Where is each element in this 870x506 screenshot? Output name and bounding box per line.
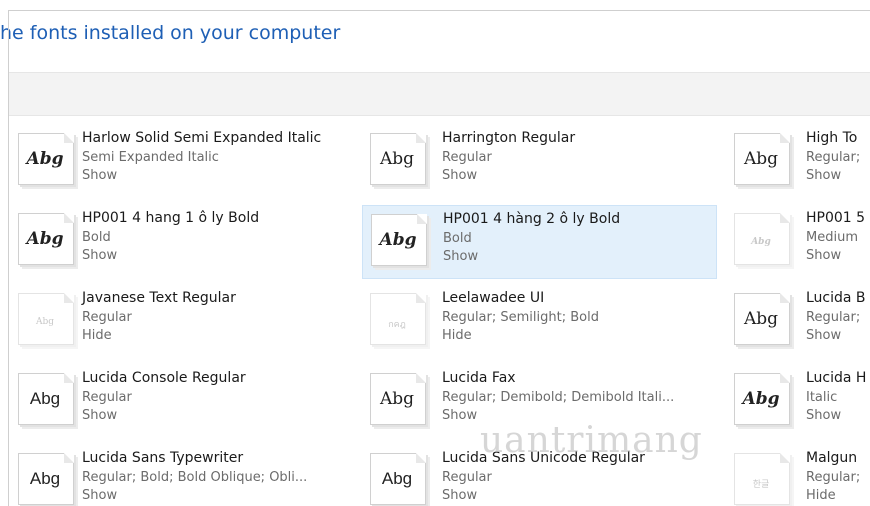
font-preview-icon: 한글 <box>732 451 792 506</box>
font-preview-icon: Abg <box>16 131 76 187</box>
font-tile-lucida-bright[interactable]: Abg Lucida B Regular; Show <box>726 285 870 359</box>
font-glyph: Abg <box>379 230 417 250</box>
font-glyph: Abg <box>29 389 61 408</box>
font-preview-icon: Abg <box>368 131 428 187</box>
font-preview-icon: Abg <box>16 291 76 347</box>
font-glyph: Abg <box>742 389 780 409</box>
fonts-window: he fonts installed on your computer Abg … <box>0 0 870 506</box>
font-glyph: 한글 <box>752 479 770 489</box>
font-show-hide[interactable]: Show <box>442 168 477 183</box>
font-preview-icon: Abg <box>368 451 428 506</box>
font-tile-lucida-sans-typewriter[interactable]: Abg Lucida Sans Typewriter Regular; Bold… <box>10 445 365 506</box>
font-name: Lucida B <box>806 290 866 306</box>
font-preview-icon: Abg <box>732 131 792 187</box>
font-name: HP001 5 <box>806 210 866 226</box>
font-styles: Regular; <box>806 150 861 165</box>
font-glyph: Abg <box>26 229 64 249</box>
font-preview-icon: Abg <box>16 211 76 267</box>
font-show-hide[interactable]: Show <box>82 408 117 423</box>
font-show-hide[interactable]: Hide <box>82 328 112 343</box>
font-styles: Semi Expanded Italic <box>82 150 219 165</box>
font-name: Lucida Console Regular <box>82 370 246 386</box>
font-tile-lucida-console[interactable]: Abg Lucida Console Regular Regular Show <box>10 365 365 439</box>
font-glyph: Abg <box>29 469 61 488</box>
font-preview-icon: Abg <box>369 212 429 268</box>
font-name: Lucida Sans Typewriter <box>82 450 244 466</box>
font-glyph: Abg <box>35 317 55 327</box>
font-tile-javanese[interactable]: Abg Javanese Text Regular Regular Hide <box>10 285 365 359</box>
font-glyph: Abg <box>751 237 771 247</box>
font-preview-icon: Abg <box>732 291 792 347</box>
font-show-hide[interactable]: Show <box>443 249 478 264</box>
font-styles: Regular; <box>806 470 861 485</box>
font-styles: Regular <box>82 310 132 325</box>
font-styles: Medium <box>806 230 858 245</box>
font-glyph: Abg <box>743 309 779 329</box>
font-show-hide[interactable]: Show <box>442 488 477 503</box>
font-name: Harrington Regular <box>442 130 576 146</box>
font-tile-lucida-handwriting[interactable]: Abg Lucida H Italic Show <box>726 365 870 439</box>
font-styles: Regular; <box>806 310 861 325</box>
watermark: uantrimang <box>480 420 703 461</box>
font-styles: Bold <box>443 231 472 246</box>
font-tile-hp001-2[interactable]: Abg HP001 4 hàng 2 ô ly Bold Bold Show <box>362 205 717 279</box>
font-tile-harrington[interactable]: Abg Harrington Regular Regular Show <box>362 125 717 199</box>
font-tile-hp001-1[interactable]: Abg HP001 4 hang 1 ô ly Bold Bold Show <box>10 205 365 279</box>
font-name: Harlow Solid Semi Expanded Italic <box>82 130 322 146</box>
font-show-hide[interactable]: Show <box>442 408 477 423</box>
font-tile-harlow[interactable]: Abg Harlow Solid Semi Expanded Italic Se… <box>10 125 365 199</box>
font-name: Leelawadee UI <box>442 290 545 306</box>
font-styles: Regular; Demibold; Demibold Itali... <box>442 390 675 405</box>
font-glyph: Abg <box>26 149 64 169</box>
font-preview-icon: Abg <box>368 371 428 427</box>
font-show-hide[interactable]: Hide <box>442 328 472 343</box>
font-glyph: Abg <box>743 149 779 169</box>
font-preview-icon: กคฎ <box>368 291 428 347</box>
font-name: Javanese Text Regular <box>82 290 236 306</box>
font-preview-icon: Abg <box>732 371 792 427</box>
font-glyph: Abg <box>379 389 415 409</box>
font-styles: Regular <box>82 390 132 405</box>
font-styles: Regular; Semilight; Bold <box>442 310 599 325</box>
font-preview-icon: Abg <box>732 211 792 267</box>
font-show-hide[interactable]: Show <box>82 168 117 183</box>
font-name: Malgun <box>806 450 858 466</box>
font-show-hide[interactable]: Show <box>806 168 841 183</box>
font-tile-hp001-5[interactable]: Abg HP001 5 Medium Show <box>726 205 870 279</box>
font-tile-leelawadee[interactable]: กคฎ Leelawadee UI Regular; Semilight; Bo… <box>362 285 717 359</box>
font-name: HP001 4 hang 1 ô ly Bold <box>82 210 260 226</box>
font-name: Lucida H <box>806 370 867 386</box>
font-preview-icon: Abg <box>16 451 76 506</box>
font-tile-malgun[interactable]: 한글 Malgun Regular; Hide <box>726 445 870 506</box>
font-name: Lucida Fax <box>442 370 516 386</box>
font-glyph: Abg <box>379 149 415 169</box>
font-show-hide[interactable]: Show <box>806 248 841 263</box>
font-styles: Regular; Bold; Bold Oblique; Obli... <box>82 470 308 485</box>
font-styles: Regular <box>442 150 492 165</box>
font-name: HP001 4 hàng 2 ô ly Bold <box>443 211 621 227</box>
font-show-hide[interactable]: Show <box>82 248 117 263</box>
font-show-hide[interactable]: Show <box>806 328 841 343</box>
font-grid: Abg Harlow Solid Semi Expanded Italic Se… <box>0 0 870 506</box>
font-styles: Regular <box>442 470 492 485</box>
font-show-hide[interactable]: Show <box>82 488 117 503</box>
font-glyph: Abg <box>381 469 413 488</box>
font-tile-high-tower[interactable]: Abg High To Regular; Show <box>726 125 870 199</box>
font-preview-icon: Abg <box>16 371 76 427</box>
font-styles: Italic <box>806 390 838 405</box>
font-name: High To <box>806 130 858 146</box>
font-styles: Bold <box>82 230 111 245</box>
font-glyph: กคฎ <box>388 319 406 329</box>
font-show-hide[interactable]: Show <box>806 408 841 423</box>
font-show-hide[interactable]: Hide <box>806 488 836 503</box>
